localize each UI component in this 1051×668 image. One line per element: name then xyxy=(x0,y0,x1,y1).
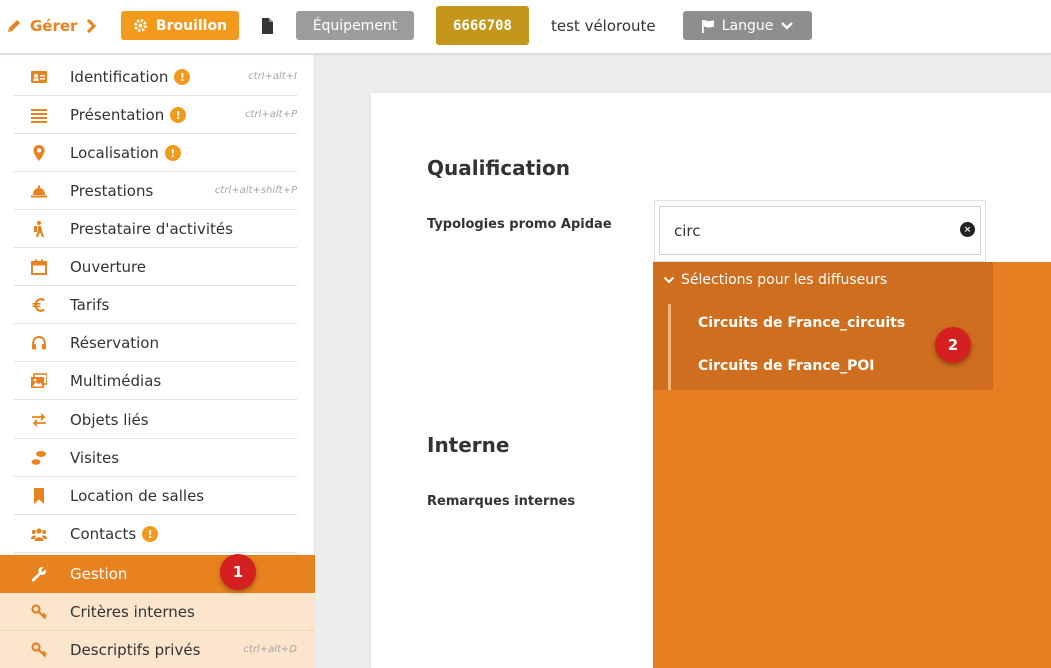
hiker-icon xyxy=(30,220,48,238)
keyboard-shortcut: ctrl+alt+D xyxy=(243,644,297,655)
sidebar-item-presentation[interactable]: Présentation! ctrl+alt+P xyxy=(14,96,297,134)
qualification-title: Qualification xyxy=(427,156,571,180)
sidebar-item-label: Prestataire d'activités xyxy=(70,219,233,238)
warning-icon: ! xyxy=(174,69,191,85)
euro-icon xyxy=(30,296,48,314)
status-label: Brouillon xyxy=(155,17,228,34)
sidebar-item-label: Visites xyxy=(70,448,120,467)
key-icon xyxy=(30,603,48,621)
map-pin-icon xyxy=(30,144,48,162)
keyboard-shortcut: ctrl+alt+shift+P xyxy=(214,185,297,196)
sidebar-item-label: Location de salles xyxy=(70,486,205,505)
dropdown-group-header[interactable]: Sélections pour les diffuseurs xyxy=(663,272,887,288)
typologies-search-input[interactable] xyxy=(659,206,981,255)
sidebar: Identification! ctrl+alt+I Présentation!… xyxy=(0,55,315,668)
wrench-icon xyxy=(30,565,48,583)
sidebar-item-label: Critères internes xyxy=(70,602,195,621)
clear-search-icon[interactable]: × xyxy=(960,222,975,237)
warning-icon: ! xyxy=(170,107,187,123)
sidebar-item-label: Identification xyxy=(70,67,169,86)
warning-icon: ! xyxy=(164,145,181,161)
sidebar-item-contacts[interactable]: Contacts! xyxy=(14,515,297,553)
sidebar-item-localisation[interactable]: Localisation! xyxy=(14,134,297,172)
sidebar-item-label: Descriptifs privés xyxy=(70,640,201,659)
chevron-right-icon xyxy=(87,18,97,33)
gerer-label: Gérer xyxy=(30,16,78,35)
footprints-icon xyxy=(30,449,48,467)
sidebar-item-label: Gestion xyxy=(70,565,128,583)
sidebar-item-label: Présentation xyxy=(70,105,165,124)
status-badge[interactable]: Brouillon xyxy=(121,11,239,40)
dropdown-option[interactable]: Circuits de France_POI xyxy=(698,358,874,374)
id-card-icon xyxy=(30,68,48,86)
exchange-arrows-icon xyxy=(30,411,48,429)
calendar-icon xyxy=(30,258,48,276)
warning-icon: ! xyxy=(142,526,159,542)
users-icon xyxy=(30,525,48,543)
dropdown-group: Sélections pour les diffuseurs Circuits … xyxy=(653,262,993,390)
sidebar-item-reservation[interactable]: Réservation xyxy=(14,324,297,362)
key-icon xyxy=(30,641,48,659)
step-marker-1: 1 xyxy=(220,554,256,590)
object-id-badge: 6666708 xyxy=(436,6,529,45)
dropdown-option[interactable]: Circuits de France_circuits xyxy=(698,315,905,331)
sidebar-item-tarifs[interactable]: Tarifs xyxy=(14,286,297,324)
interne-title: Interne xyxy=(427,433,510,457)
sidebar-item-label: Réservation xyxy=(70,333,159,352)
sidebar-item-label: Localisation xyxy=(70,143,159,162)
gerer-menu[interactable]: Gérer xyxy=(6,11,97,40)
keyboard-shortcut: ctrl+alt+P xyxy=(245,109,297,120)
sidebar-item-label: Tarifs xyxy=(70,295,110,314)
flag-icon xyxy=(701,19,714,33)
document-icon[interactable] xyxy=(259,11,275,40)
object-type-badge: Équipement xyxy=(296,11,414,40)
sidebar-item-label: Objets liés xyxy=(70,410,149,429)
sidebar-item-gestion[interactable]: Gestion xyxy=(0,555,315,593)
list-lines-icon xyxy=(30,106,48,124)
sidebar-item-visites[interactable]: Visites xyxy=(14,439,297,477)
pencil-icon xyxy=(8,19,20,32)
dropdown-group-label: Sélections pour les diffuseurs xyxy=(681,272,888,288)
object-name: test véloroute xyxy=(551,16,656,35)
sidebar-item-label: Prestations xyxy=(70,181,154,200)
sidebar-item-label: Contacts xyxy=(70,524,137,543)
top-bar: Gérer Brouillon Équipement 6666708 test … xyxy=(0,0,1051,54)
sidebar-item-label: Multimédias xyxy=(70,371,162,390)
sidebar-item-multimedias[interactable]: Multimédias xyxy=(14,362,297,400)
sidebar-item-objets-lies[interactable]: Objets liés xyxy=(14,401,297,439)
sidebar-item-criteres-internes[interactable]: Critères internes xyxy=(0,593,315,631)
bookmark-icon xyxy=(30,487,48,505)
gear-icon xyxy=(134,19,147,32)
service-bell-icon xyxy=(30,182,48,200)
sidebar-item-identification[interactable]: Identification! ctrl+alt+I xyxy=(14,58,297,96)
sidebar-item-prestations[interactable]: Prestations ctrl+alt+shift+P xyxy=(14,172,297,210)
keyboard-shortcut: ctrl+alt+I xyxy=(248,71,297,82)
chevron-down-icon xyxy=(663,276,675,284)
language-dropdown[interactable]: Langue xyxy=(683,11,812,40)
typologies-label: Typologies promo Apidae xyxy=(427,217,612,232)
sidebar-item-descriptifs-prives[interactable]: Descriptifs privés ctrl+alt+D xyxy=(0,631,315,668)
remarques-internes-label: Remarques internes xyxy=(427,494,576,509)
typologies-dropdown: Sélections pour les diffuseurs Circuits … xyxy=(653,262,1051,668)
sidebar-item-ouverture[interactable]: Ouverture xyxy=(14,248,297,286)
headset-icon xyxy=(30,334,48,352)
sidebar-item-label: Ouverture xyxy=(70,257,147,276)
sidebar-item-prestataire-activites[interactable]: Prestataire d'activités xyxy=(14,210,297,248)
group-indent-bar xyxy=(668,304,671,390)
language-label: Langue xyxy=(721,17,774,34)
images-icon xyxy=(30,372,48,390)
chevron-down-icon xyxy=(781,21,794,30)
sidebar-item-location-salles[interactable]: Location de salles xyxy=(14,477,297,515)
step-marker-2: 2 xyxy=(935,327,971,363)
